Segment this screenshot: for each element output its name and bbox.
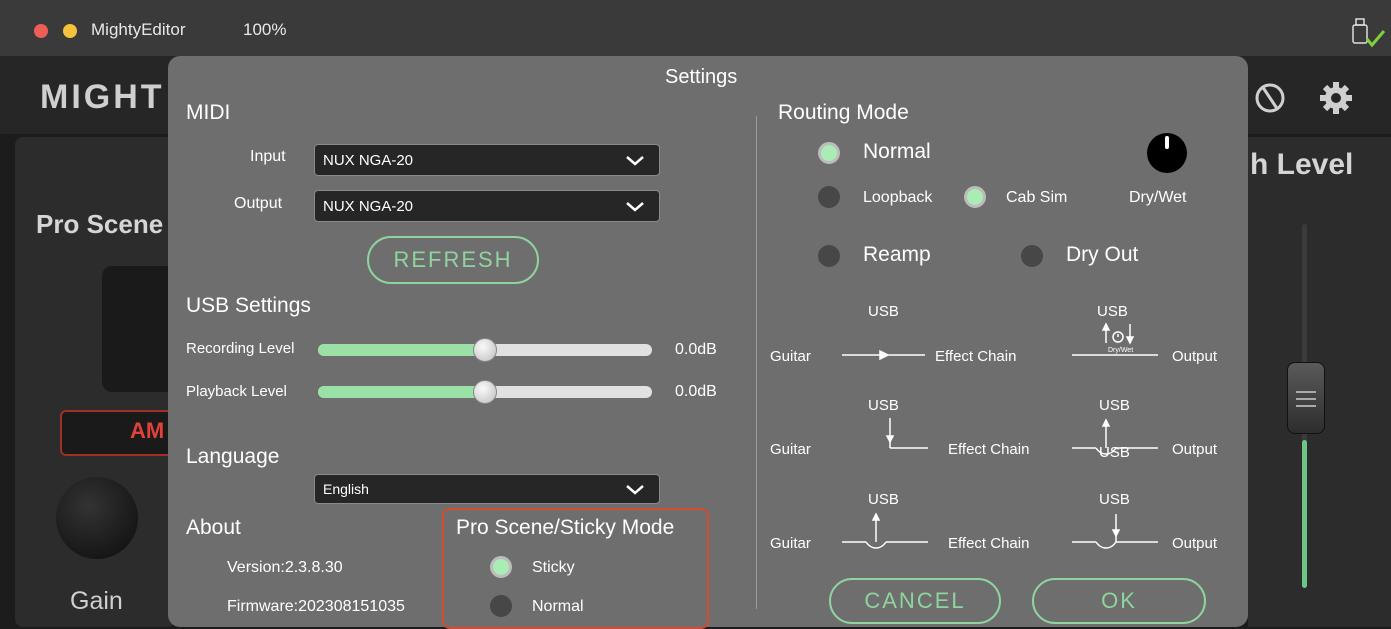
dry-wet-label: Dry/Wet <box>1129 189 1187 206</box>
language-value: English <box>323 481 369 497</box>
gear-icon[interactable] <box>1316 78 1356 118</box>
reamp-radio[interactable] <box>818 245 840 267</box>
midi-input-select[interactable]: NUX NGA-20 <box>314 144 660 176</box>
diagram-effect-chain-label: Effect Chain <box>948 441 1029 458</box>
sticky-mode-heading: Pro Scene/Sticky Mode <box>456 516 675 539</box>
midi-output-value: NUX NGA-20 <box>323 197 414 215</box>
sticky-radio[interactable] <box>490 556 512 578</box>
reamp-label: Reamp <box>863 243 931 266</box>
sticky-label: Sticky <box>532 559 575 576</box>
cancel-button[interactable]: CANCEL <box>829 578 1001 624</box>
ok-button[interactable]: OK <box>1032 578 1206 624</box>
pro-scene-label: Pro Scene <box>36 209 164 239</box>
close-window-button[interactable] <box>34 24 48 38</box>
diagram-usb-label: USB <box>868 397 899 414</box>
amp-label: AM <box>130 418 165 443</box>
minimize-window-button[interactable] <box>63 24 77 38</box>
dry-wet-knob[interactable] <box>1147 133 1187 173</box>
loopback-radio[interactable] <box>818 186 840 208</box>
diagram-output-label: Output <box>1172 348 1218 365</box>
midi-output-select[interactable]: NUX NGA-20 <box>314 190 660 222</box>
language-select[interactable]: English <box>314 474 660 504</box>
usb-settings-heading: USB Settings <box>186 294 311 317</box>
recording-level-thumb[interactable] <box>473 338 497 362</box>
playback-level-fill <box>318 386 485 398</box>
dialog-title: Settings <box>665 66 738 88</box>
dry-out-radio[interactable] <box>1021 245 1043 267</box>
sticky-normal-radio[interactable] <box>490 595 512 617</box>
amp-selector[interactable] <box>60 410 184 456</box>
diagram-output-label: Output <box>1172 535 1218 552</box>
about-heading: About <box>186 516 241 539</box>
version-text: Version:2.3.8.30 <box>227 559 343 576</box>
app-logo: MIGHT <box>40 78 165 116</box>
playback-level-thumb[interactable] <box>473 380 497 404</box>
chevron-down-icon <box>626 156 644 166</box>
diagram-usb-label: USB <box>1099 491 1130 508</box>
app-title: MightyEditor <box>91 20 186 39</box>
settings-dialog: Settings MIDI Input NUX NGA-20 Output NU… <box>168 56 1248 629</box>
diagram-dry-wet-label: Dry/Wet <box>1108 347 1133 354</box>
routing-normal-label: Normal <box>863 140 931 163</box>
diagram-usb-label: USB <box>1099 444 1130 461</box>
level-fader-handle[interactable] <box>1287 362 1325 434</box>
dry-out-label: Dry Out <box>1066 243 1139 266</box>
midi-heading: MIDI <box>186 101 231 124</box>
gain-knob[interactable] <box>56 477 138 559</box>
recording-level-value: 0.0dB <box>675 341 717 358</box>
zoom-level: 100% <box>243 20 287 39</box>
diagram-guitar-label: Guitar <box>770 348 811 365</box>
usb-connected-icon[interactable] <box>1351 17 1387 49</box>
diagram-usb-label: USB <box>868 491 899 508</box>
chevron-down-icon <box>626 202 644 212</box>
diagram-usb-label: USB <box>1097 303 1128 320</box>
diagram-guitar-label: Guitar <box>770 441 811 458</box>
cab-sim-toggle[interactable] <box>964 186 986 208</box>
routing-diagram: USB USB Guitar Effect Chain Output USB U… <box>770 303 1218 552</box>
diagram-effect-chain-label: Effect Chain <box>948 535 1029 552</box>
playback-level-value: 0.0dB <box>675 383 717 400</box>
midi-input-value: NUX NGA-20 <box>323 151 414 169</box>
midi-input-label: Input <box>250 148 286 165</box>
gain-label: Gain <box>70 587 123 615</box>
column-divider <box>756 116 757 609</box>
firmware-text: Firmware:202308151035 <box>227 598 405 615</box>
diagram-output-label: Output <box>1172 441 1218 458</box>
chevron-down-icon <box>626 485 644 495</box>
level-label: h Level <box>1250 148 1354 181</box>
recording-level-label: Recording Level <box>186 340 295 357</box>
midi-output-label: Output <box>234 195 283 212</box>
playback-level-label: Playback Level <box>186 383 287 400</box>
cab-sim-label: Cab Sim <box>1006 189 1068 206</box>
diagram-usb-label: USB <box>1099 397 1130 414</box>
loopback-label: Loopback <box>863 189 933 206</box>
recording-level-fill <box>318 344 485 356</box>
routing-normal-radio[interactable] <box>818 142 840 164</box>
diagram-guitar-label: Guitar <box>770 535 811 552</box>
diagram-usb-label: USB <box>868 303 899 320</box>
level-fader-fill <box>1302 440 1307 588</box>
language-heading: Language <box>186 445 280 468</box>
title-bar: MightyEditor 100% <box>0 0 1391 56</box>
tuner-icon[interactable] <box>1250 78 1290 118</box>
routing-mode-heading: Routing Mode <box>778 101 909 124</box>
sticky-normal-label: Normal <box>532 598 584 615</box>
diagram-effect-chain-label: Effect Chain <box>935 348 1016 365</box>
refresh-button[interactable]: REFRESH <box>367 236 539 284</box>
